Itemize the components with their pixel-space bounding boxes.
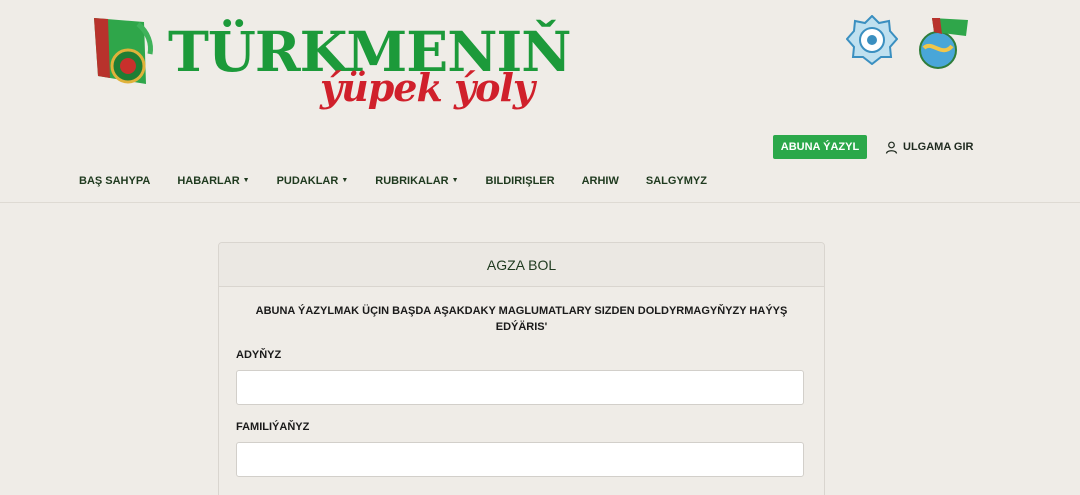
first-name-input[interactable] (236, 370, 804, 405)
last-name-input[interactable] (236, 442, 804, 477)
nav-item-address[interactable]: SALGYMYZ (646, 175, 707, 187)
turkmen-flag-logo-icon (94, 18, 153, 84)
header-divider (0, 202, 1080, 203)
form-intro-text: ABUNA ÝAZYLMAK ÜÇIN BAŞDA AŞAKDAKY MAGLU… (255, 305, 788, 333)
login-link[interactable]: ULGAMA GIR (885, 139, 973, 155)
globe-flag-emblem-icon (919, 18, 968, 69)
logo-subtitle: ýüpek ýoly (320, 65, 535, 110)
nav-item-label: BAŞ SAHYPA (79, 175, 151, 187)
nav-item-archive[interactable]: ARHIW (582, 175, 619, 187)
nav-item-label: SALGYMYZ (645, 175, 707, 187)
nav-item-label: PUDAKLAR (276, 175, 339, 187)
user-icon (885, 141, 898, 154)
nav-item-sectors[interactable]: PUDAKLAR ▼ (277, 175, 349, 187)
nav-item-rubrics[interactable]: RUBRIKALAR ▼ (375, 175, 458, 187)
caret-down-icon: ▼ (341, 176, 349, 184)
nav-item-label: RUBRIKALAR (375, 175, 449, 187)
last-name-label: FAMILIÝAŇYZ (236, 421, 310, 433)
nav-item-label: BILDIRIŞLER (485, 175, 555, 187)
nav-item-home[interactable]: BAŞ SAHYPA (79, 175, 150, 187)
nav-item-label: ARHIW (581, 175, 619, 187)
first-name-label: ADYŇYZ (236, 349, 282, 361)
national-emblem-badge-icon (846, 15, 898, 65)
nav-item-label: HABARLAR (177, 175, 240, 187)
signup-card: AGZA BOL ABUNA ÝAZYLMAK ÜÇIN BAŞDA AŞAKD… (218, 242, 825, 495)
caret-down-icon: ▼ (242, 176, 250, 184)
subscribe-button[interactable]: ABUNA ÝAZYL (773, 135, 867, 159)
login-label: ULGAMA GIR (903, 141, 974, 153)
caret-down-icon: ▼ (451, 176, 459, 184)
nav-item-announcements[interactable]: BILDIRIŞLER (486, 175, 555, 187)
nav-item-news[interactable]: HABARLAR ▼ (177, 175, 249, 187)
card-title: AGZA BOL (219, 243, 824, 287)
main-nav: BAŞ SAHYPA HABARLAR ▼ PUDAKLAR ▼ RUBRIKA… (79, 172, 707, 190)
page: TÜRKMENIŇ ýüpek ýoly ABUNA ÝAZYL ULGAMA … (0, 0, 1080, 495)
